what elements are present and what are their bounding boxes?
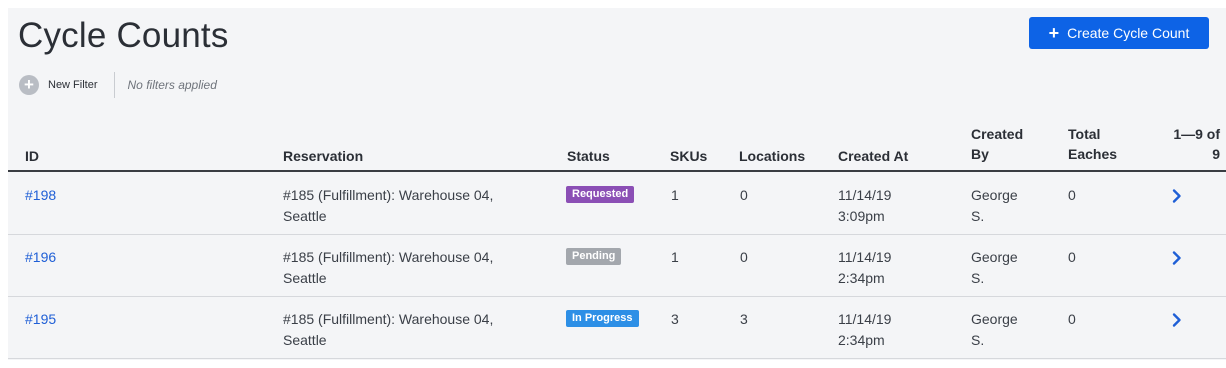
chevron-right-icon[interactable] (1169, 250, 1185, 266)
row-skus: 1 (671, 249, 679, 265)
column-header-locations[interactable]: Locations (739, 146, 805, 166)
filter-status-text: No filters applied (127, 78, 217, 92)
status-badge: In Progress (566, 310, 639, 327)
row-skus: 3 (671, 311, 679, 327)
row-created-at: 11/14/19 2:34pm (838, 249, 892, 286)
row-created-at: 11/14/19 3:09pm (838, 187, 892, 224)
column-header-reservation[interactable]: Reservation (283, 146, 363, 166)
column-header-created-by[interactable]: Created By (971, 124, 1031, 164)
row-reservation: #185 (Fulfillment): Warehouse 04, Seattl… (283, 249, 494, 286)
add-filter-icon[interactable]: + (19, 75, 39, 95)
column-header-status[interactable]: Status (567, 146, 610, 166)
column-header-created-at[interactable]: Created At (838, 146, 908, 166)
chevron-right-icon[interactable] (1169, 188, 1185, 204)
create-cycle-count-button[interactable]: + Create Cycle Count (1029, 17, 1209, 49)
filter-bar: + New Filter No filters applied (19, 72, 217, 98)
chevron-right-icon[interactable] (1169, 312, 1185, 328)
column-header-total-eaches[interactable]: Total Eaches (1068, 124, 1130, 164)
row-total-eaches: 0 (1068, 249, 1076, 265)
page-title: Cycle Counts (18, 16, 229, 55)
column-header-id[interactable]: ID (25, 146, 39, 166)
filter-divider (113, 72, 115, 98)
page-panel (8, 8, 1226, 360)
row-reservation: #185 (Fulfillment): Warehouse 04, Seattl… (283, 311, 494, 348)
row-id-link[interactable]: #196 (25, 247, 56, 268)
plus-icon: + (1048, 23, 1060, 43)
row-created-by: George S. (971, 311, 1018, 348)
status-badge: Pending (566, 248, 622, 265)
create-cycle-count-label: Create Cycle Count (1067, 25, 1190, 41)
row-divider (8, 358, 1226, 359)
row-total-eaches: 0 (1068, 187, 1076, 203)
row-created-by: George S. (971, 187, 1018, 224)
column-header-skus[interactable]: SKUs (670, 146, 707, 166)
row-divider (8, 296, 1226, 297)
row-locations: 3 (740, 311, 748, 327)
row-reservation: #185 (Fulfillment): Warehouse 04, Seattl… (283, 187, 494, 224)
status-badge: Requested (566, 186, 635, 203)
header-divider (8, 170, 1226, 172)
row-created-at: 11/14/19 2:34pm (838, 311, 892, 348)
pagination-label: 1—9 of 9 (1173, 126, 1220, 162)
row-locations: 0 (740, 187, 748, 203)
row-total-eaches: 0 (1068, 311, 1076, 327)
row-created-by: George S. (971, 249, 1018, 286)
row-skus: 1 (671, 187, 679, 203)
row-divider (8, 234, 1226, 235)
new-filter-button[interactable]: New Filter (48, 79, 98, 91)
row-id-link[interactable]: #195 (25, 309, 56, 330)
row-locations: 0 (740, 249, 748, 265)
row-id-link[interactable]: #198 (25, 185, 56, 206)
